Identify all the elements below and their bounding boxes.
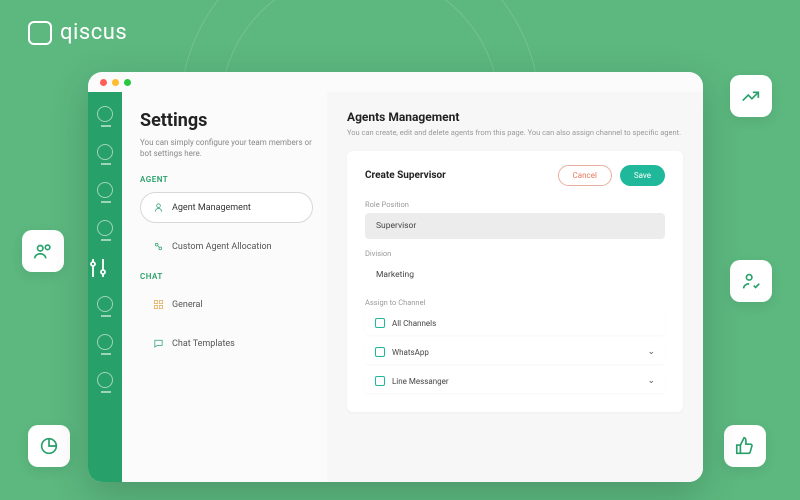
main-panel: Agents Management You can create, edit a… xyxy=(327,92,703,482)
app-window: Settings You can simply configure your t… xyxy=(88,72,703,482)
division-field[interactable]: Marketing xyxy=(365,262,665,288)
save-button[interactable]: Save xyxy=(620,165,665,186)
nav-general[interactable]: General xyxy=(140,289,313,320)
channel-name: Line Messanger xyxy=(392,377,449,386)
rail-item[interactable] xyxy=(97,220,113,236)
brand-name: qiscus xyxy=(60,20,127,45)
channel-row-whatsapp[interactable]: WhatsApp ⌄ xyxy=(365,340,665,364)
checkbox-icon[interactable] xyxy=(375,347,385,357)
settings-title: Settings xyxy=(140,110,313,131)
rail-item[interactable] xyxy=(97,372,113,388)
rail-item[interactable] xyxy=(97,144,113,160)
users-icon xyxy=(22,230,64,272)
channel-name: All Channels xyxy=(392,319,436,328)
create-supervisor-card: Create Supervisor Cancel Save Role Posit… xyxy=(347,151,683,412)
role-field: Supervisor xyxy=(365,213,665,239)
channel-name: WhatsApp xyxy=(392,348,429,357)
nav-rail xyxy=(88,92,122,482)
rail-item[interactable] xyxy=(97,334,113,350)
settings-subtitle: You can simply configure your team membe… xyxy=(140,137,313,159)
nav-label: Agent Management xyxy=(172,203,251,213)
settings-rail-icon[interactable] xyxy=(88,244,122,292)
close-dot[interactable] xyxy=(100,79,107,86)
page-title: Agents Management xyxy=(347,110,683,124)
window-titlebar xyxy=(88,72,703,92)
minimize-dot[interactable] xyxy=(112,79,119,86)
cancel-button[interactable]: Cancel xyxy=(558,165,612,186)
nav-chat-templates[interactable]: Chat Templates xyxy=(140,328,313,359)
chevron-down-icon[interactable]: ⌄ xyxy=(647,376,655,386)
card-title: Create Supervisor xyxy=(365,170,446,181)
pie-chart-icon xyxy=(28,425,70,467)
nav-label: Custom Agent Allocation xyxy=(172,242,272,252)
division-label: Division xyxy=(365,249,665,258)
assign-label: Assign to Channel xyxy=(365,298,665,307)
rail-item[interactable] xyxy=(97,182,113,198)
channel-row-line[interactable]: Line Messanger ⌄ xyxy=(365,369,665,393)
thumbs-up-icon xyxy=(724,425,766,467)
trend-up-icon xyxy=(730,75,772,117)
section-label-agent: AGENT xyxy=(140,175,313,184)
chat-icon xyxy=(153,338,164,349)
nav-label: General xyxy=(172,300,203,310)
nav-agent-management[interactable]: Agent Management xyxy=(140,192,313,223)
checkbox-icon[interactable] xyxy=(375,318,385,328)
page-subtitle: You can create, edit and delete agents f… xyxy=(347,128,683,137)
checkbox-icon[interactable] xyxy=(375,376,385,386)
chevron-down-icon[interactable]: ⌄ xyxy=(647,347,655,357)
brand-logo: qiscus xyxy=(28,20,127,45)
agent-icon xyxy=(153,202,164,213)
nav-label: Chat Templates xyxy=(172,339,235,349)
settings-panel: Settings You can simply configure your t… xyxy=(122,92,327,482)
section-label-chat: CHAT xyxy=(140,272,313,281)
allocation-icon xyxy=(153,241,164,252)
grid-icon xyxy=(153,299,164,310)
role-label: Role Position xyxy=(365,200,665,209)
rail-item[interactable] xyxy=(97,106,113,122)
maximize-dot[interactable] xyxy=(124,79,131,86)
logo-mark-icon xyxy=(28,21,52,45)
rail-item[interactable] xyxy=(97,296,113,312)
user-check-icon xyxy=(730,260,772,302)
channel-row-all[interactable]: All Channels xyxy=(365,311,665,335)
nav-custom-allocation[interactable]: Custom Agent Allocation xyxy=(140,231,313,262)
